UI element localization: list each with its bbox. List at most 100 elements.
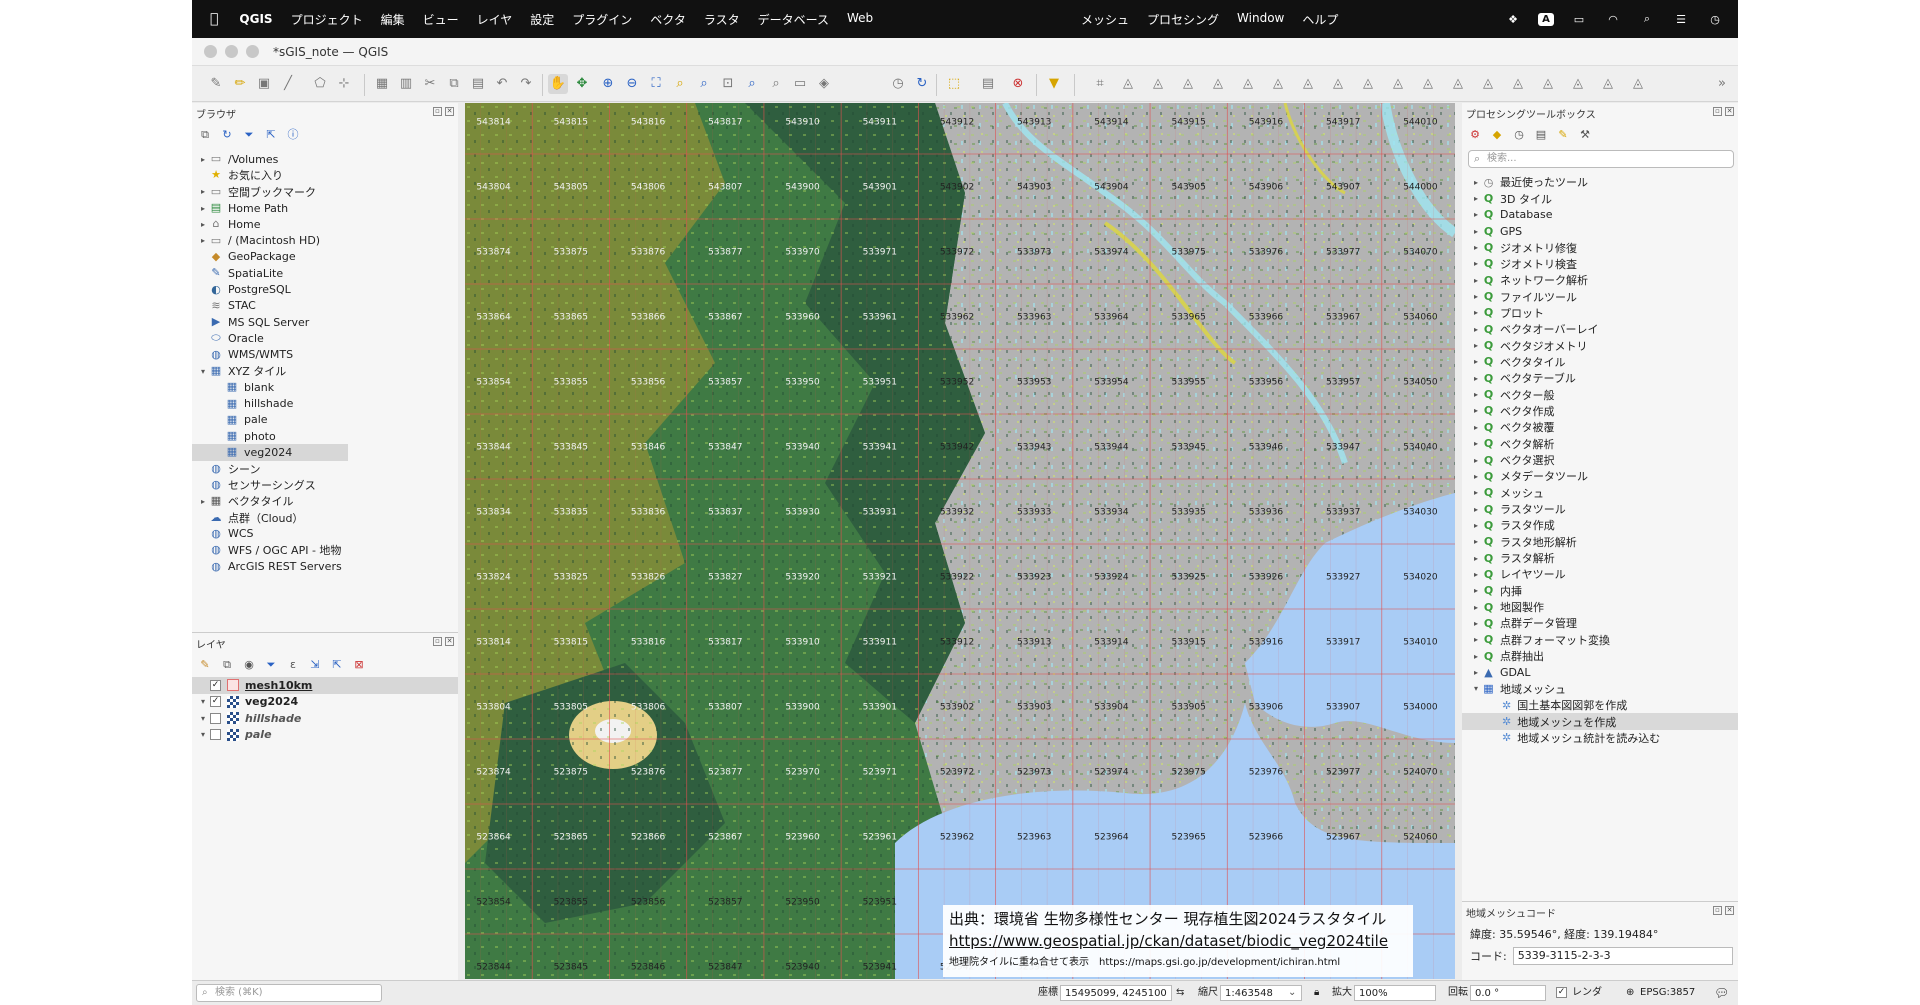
layer-visibility-checkbox[interactable]: ✓ [210, 696, 221, 708]
browser-item[interactable]: ▸ ▭ /Volumes [192, 151, 456, 167]
dropbox-icon[interactable]: ❖ [1504, 12, 1522, 26]
toolbox-group[interactable]: ▸ Q ベクタテーブル [1462, 370, 1738, 386]
browser-item[interactable]: ▸ ▤ Home Path [192, 200, 456, 216]
float-panel-button[interactable]: ▫ [433, 107, 442, 116]
more-tools-icon[interactable]: » [1712, 74, 1732, 94]
mesh-code-field[interactable]: 5339-3115-2-3-3 [1512, 947, 1733, 965]
browser-item[interactable]: ▶ MS SQL Server [192, 314, 456, 330]
select-value-icon[interactable]: ▤ [978, 74, 998, 94]
messages-icon[interactable]: 💬︎ [1714, 985, 1729, 1001]
zoom-selection-icon[interactable]: ⌕ [670, 74, 690, 94]
zoom-in-icon[interactable]: ⊕ [598, 74, 618, 94]
menu-item[interactable]: プラグイン [563, 11, 641, 28]
browser-item[interactable]: ▦ veg2024 [192, 444, 348, 461]
expand-all-icon[interactable]: ⇲ [308, 658, 322, 672]
diagram-icon[interactable]: ◬ [1268, 74, 1288, 94]
zoom-native-icon[interactable]: ⊡ [718, 74, 738, 94]
measure-icon[interactable]: ▼ [1044, 74, 1064, 94]
close-panel-button[interactable]: ✕ [445, 637, 454, 646]
chevron-down-icon[interactable]: ▾ [198, 367, 208, 376]
zoom-layer-icon[interactable]: ⌕ [694, 74, 714, 94]
toolbox-group[interactable]: ▸ Q 点群抽出 [1462, 648, 1738, 664]
menu-item[interactable]: データベース [749, 11, 838, 28]
browser-item[interactable]: ▦ pale [192, 412, 456, 428]
layer-item[interactable]: ▾ hillshade [192, 710, 458, 727]
toolbox-group[interactable]: ▸ Q ジオメトリ検査 [1462, 256, 1738, 272]
menu-item[interactable]: ベクタ [641, 11, 695, 28]
add-group-icon[interactable]: ⧉ [220, 658, 234, 672]
plugin-tool-icon[interactable]: ◬ [1478, 74, 1498, 94]
refresh-icon[interactable]: ↻ [220, 128, 234, 142]
digitize-pencil-icon[interactable]: ✎ [206, 74, 226, 94]
toolbox-group[interactable]: ▸ Q ベクタ作成 [1462, 403, 1738, 419]
toolbox-group[interactable]: ▸ Q メッシュ [1462, 485, 1738, 501]
chevron-right-icon[interactable]: ▸ [1470, 276, 1482, 285]
toolbox-group[interactable]: ▸ Q 地図製作 [1462, 599, 1738, 615]
toolbox-search-input[interactable]: 検索... [1468, 150, 1734, 168]
menu-item[interactable]: 編集 [372, 11, 414, 28]
chevron-right-icon[interactable]: ▸ [1470, 374, 1482, 383]
chevron-right-icon[interactable]: ▸ [1470, 194, 1482, 203]
toolbox-group[interactable]: ▸ Q 3D タイル [1462, 190, 1738, 206]
paste-features-icon[interactable]: ▤ [468, 74, 488, 94]
browser-item[interactable]: ◍ WCS [192, 526, 456, 542]
chevron-right-icon[interactable]: ▸ [1470, 537, 1482, 546]
browser-item[interactable]: ▾ ▦ XYZ タイル [192, 363, 456, 379]
toolbox-group[interactable]: ▸ Q ベクタタイル [1462, 354, 1738, 370]
chevron-right-icon[interactable]: ▸ [1470, 341, 1482, 350]
layer-visibility-checkbox[interactable] [210, 729, 221, 741]
chevron-down-icon[interactable]: ⌄ [1288, 985, 1296, 1001]
plugin-tool-icon[interactable]: ◬ [1418, 74, 1438, 94]
toolbox-group[interactable]: ▸ Q ベクタジオメトリ [1462, 337, 1738, 353]
browser-item[interactable]: ▦ blank [192, 379, 456, 395]
browser-item[interactable]: ◍ WFS / OGC API - 地物 [192, 542, 456, 558]
zoom-window-button[interactable] [246, 45, 259, 58]
deselect-icon[interactable]: ⊗ [1008, 74, 1028, 94]
browser-item[interactable]: ≋ STAC [192, 298, 456, 314]
crs-button[interactable]: EPSG:3857 [1640, 985, 1695, 1001]
python-icon[interactable]: ◆ [1490, 128, 1504, 142]
toolbox-group[interactable]: ▸ Q メタデータツール [1462, 468, 1738, 484]
float-panel-button[interactable]: ▫ [1713, 107, 1722, 116]
toolbox-group[interactable]: ▸ Q ファイルツール [1462, 288, 1738, 304]
menu-item[interactable]: ラスタ [695, 11, 749, 28]
chevron-right-icon[interactable]: ▸ [1470, 570, 1482, 579]
add-selected-layers-icon[interactable]: ⧉ [198, 128, 212, 142]
info-icon[interactable]: ⓘ [286, 128, 300, 142]
toolbox-group[interactable]: ▸ Q 点群データ管理 [1462, 615, 1738, 631]
coordinate-field[interactable]: 15495099, 4245100 [1060, 985, 1172, 1001]
chevron-right-icon[interactable]: ▸ [1470, 325, 1482, 334]
label-change-icon[interactable]: ◬ [1238, 74, 1258, 94]
battery-icon[interactable]: ▭ [1570, 12, 1588, 26]
select-features-icon[interactable]: ⬚ [944, 74, 964, 94]
chevron-right-icon[interactable]: ▸ [1470, 259, 1482, 268]
chevron-right-icon[interactable]: ▸ [198, 155, 208, 164]
chevron-down-icon[interactable]: ▾ [196, 697, 210, 706]
magnifier-spin[interactable]: 100% [1354, 985, 1436, 1001]
browser-item[interactable]: ◍ シーン [192, 461, 456, 477]
toolbox-group[interactable]: ▸ Q ラスタ作成 [1462, 517, 1738, 533]
minimize-window-button[interactable] [225, 45, 238, 58]
chevron-right-icon[interactable]: ▸ [1470, 668, 1482, 677]
toolbox-group[interactable]: ▾ ▦ 地域メッシュ [1462, 681, 1738, 697]
browser-item[interactable]: ★ お気に入り [192, 167, 456, 183]
menu-app-name[interactable]: QGIS [230, 12, 281, 26]
remove-layer-icon[interactable]: ⊠ [352, 658, 366, 672]
wifi-icon[interactable]: ◠ [1604, 12, 1622, 26]
toolbox-group[interactable]: ▸ Q レイヤツール [1462, 566, 1738, 582]
plugin-tool-icon[interactable]: ◬ [1538, 74, 1558, 94]
menu-item[interactable]: 設定 [521, 11, 563, 28]
plugin-tool-icon[interactable]: ◬ [1508, 74, 1528, 94]
zoom-next-icon[interactable]: ⌕ [766, 74, 786, 94]
globe-icon[interactable]: ⊕ [1626, 985, 1634, 1001]
menu-item[interactable]: Web [838, 11, 882, 28]
close-window-button[interactable] [204, 45, 217, 58]
chevron-right-icon[interactable]: ▸ [1470, 619, 1482, 628]
filter-expression-icon[interactable]: ε [286, 658, 300, 672]
pan-to-selection-icon[interactable]: ✥ [572, 74, 592, 94]
chevron-right-icon[interactable]: ▸ [1470, 586, 1482, 595]
delete-selected-icon[interactable]: ▥ [396, 74, 416, 94]
results-viewer-icon[interactable]: ▤ [1534, 128, 1548, 142]
pencil-icon[interactable]: ✏ [230, 74, 250, 94]
toolbox-algorithm[interactable]: ✲ 地域メッシュを作成 [1462, 713, 1738, 730]
